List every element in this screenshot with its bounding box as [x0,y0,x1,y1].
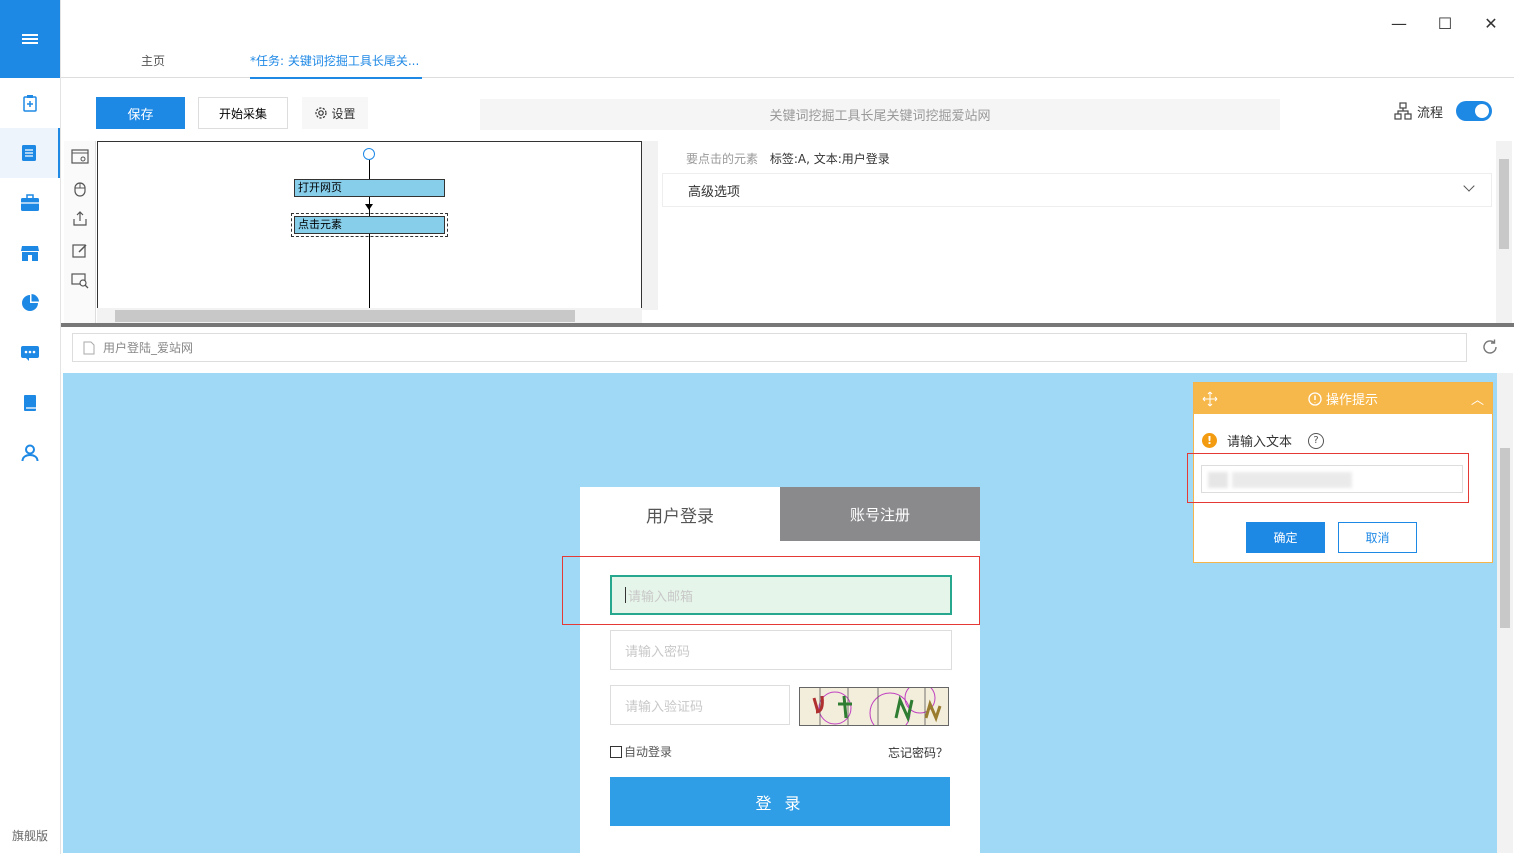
click-element-label: 要点击的元素 [686,152,759,166]
close-icon[interactable]: ✕ [1482,14,1500,33]
window-controls: — ☐ ✕ [1390,14,1500,33]
captcha-input[interactable]: 请输入验证码 [610,685,790,725]
workflow-tools [64,141,96,324]
flow-switch[interactable]: 流程 [1394,101,1492,121]
settings-button[interactable]: 设置 [302,97,368,129]
canvas-vertical-scrollbar[interactable] [642,141,658,310]
minimize-icon[interactable]: — [1390,14,1408,33]
rail-item-store[interactable] [0,228,60,278]
edit-icon [71,243,87,258]
image-search-icon [70,272,88,288]
tool-extract[interactable] [64,203,95,234]
workflow-canvas[interactable]: 打开网页 点击元素 [97,141,642,310]
tip-title: 操作提示 [1325,393,1378,408]
canvas-horizontal-scrollbar[interactable] [97,308,642,324]
click-element-value: 标签:A, 文本:用户登录 [769,152,890,166]
clipboard-plus-icon [23,95,37,112]
tool-click[interactable] [64,172,95,203]
maximize-icon[interactable]: ☐ [1436,14,1454,33]
move-icon[interactable] [1202,391,1218,407]
tool-input[interactable] [64,234,95,265]
tab-register[interactable]: 账号注册 [780,487,980,541]
cancel-button[interactable]: 取消 [1338,522,1417,553]
rail-item-stats[interactable] [0,278,60,328]
tip-header[interactable]: 操作提示 ︿ [1194,383,1492,414]
rail-item-new-task[interactable] [0,78,60,128]
info-icon [1308,391,1322,406]
browser-icon [70,148,89,164]
web-scrollbar[interactable] [1497,373,1513,853]
click-element-row: 要点击的元素 标签:A, 文本:用户登录 [686,150,890,167]
save-button[interactable]: 保存 [96,97,185,129]
toolbar: 保存 开始采集 设置 关键词挖掘工具长尾关键词挖掘爱站网 流程 [61,79,1514,141]
hamburger-icon [22,34,38,44]
confirm-button[interactable]: 确定 [1246,522,1325,553]
gear-icon [315,107,328,119]
refresh-icon[interactable] [1481,338,1499,359]
rail-item-toolbox[interactable] [0,178,60,228]
checkbox-icon [610,745,622,758]
flow-start-icon [363,148,375,160]
tip-message: ! 请输入文本 ? [1202,431,1325,450]
menu-button[interactable] [0,0,60,78]
mouse-icon [73,181,86,197]
password-placeholder: 请输入密码 [625,644,691,660]
document-icon [22,145,36,161]
chevron-down-icon [1463,180,1475,192]
tip-input-highlight-box [1187,453,1469,503]
rail-item-account[interactable] [0,428,60,478]
flow-label: 流程 [1416,105,1443,121]
page-icon [83,341,95,354]
flow-arrow-icon [365,204,373,210]
rail-item-tasks[interactable] [0,128,60,178]
flow-node-click[interactable]: 点击元素 [291,213,448,237]
tip-message-text: 请输入文本 [1227,435,1293,450]
advanced-options[interactable]: 高级选项 [662,173,1492,207]
password-input[interactable]: 请输入密码 [610,630,952,670]
start-collect-button[interactable]: 开始采集 [198,97,288,129]
advanced-options-label: 高级选项 [688,184,741,200]
pie-chart-icon [22,294,39,311]
email-highlight-box [562,556,980,625]
tab-home[interactable]: 主页 [141,52,165,69]
rail-item-messages[interactable] [0,328,60,378]
briefcase-icon [21,194,39,211]
rail-item-tutorial[interactable] [0,378,60,428]
page-title: 用户登陆_爱站网 [103,341,194,355]
auto-login-label: 自动登录 [624,745,673,759]
user-icon [21,444,39,462]
collapse-icon[interactable]: ︿ [1471,389,1484,408]
tool-open-page[interactable] [64,141,95,172]
book-icon [24,395,36,411]
export-icon [72,210,87,226]
forgot-password-link[interactable]: 忘记密码？ [888,744,948,761]
login-card: 用户登录 账号注册 请输入邮箱 请输入密码 请输入验证码 自动登录 忘记密码？ … [580,487,980,853]
store-icon [21,246,39,261]
tab-task[interactable]: *任务: 关键词挖掘工具长尾关... [250,52,422,79]
panel-splitter[interactable] [61,323,1514,327]
captcha-image[interactable] [799,687,949,726]
captcha-placeholder: 请输入验证码 [625,699,704,715]
properties-scrollbar[interactable] [1496,141,1512,324]
flowchart-icon [1394,102,1412,120]
tool-captcha[interactable] [64,265,95,296]
auto-login-checkbox[interactable]: 自动登录 [610,743,672,760]
left-rail: 旗舰版 [0,0,61,854]
edition-label: 旗舰版 [11,829,48,843]
settings-label: 设置 [331,106,356,121]
help-icon[interactable]: ? [1308,432,1325,449]
browser-address-bar[interactable]: 用户登陆_爱站网 [72,333,1467,362]
login-button[interactable]: 登 录 [610,777,950,826]
flow-toggle[interactable] [1456,101,1492,121]
tab-bar: — ☐ ✕ 主页 *任务: 关键词挖掘工具长尾关... [61,0,1514,79]
tab-user-login[interactable]: 用户登录 [580,487,780,541]
task-url-title: 关键词挖掘工具长尾关键词挖掘爱站网 [480,99,1280,130]
warning-icon: ! [1202,433,1217,448]
flow-node-open-page[interactable]: 打开网页 [294,179,445,197]
properties-panel: 要点击的元素 标签:A, 文本:用户登录 高级选项 [662,141,1496,324]
chat-icon [21,346,39,361]
